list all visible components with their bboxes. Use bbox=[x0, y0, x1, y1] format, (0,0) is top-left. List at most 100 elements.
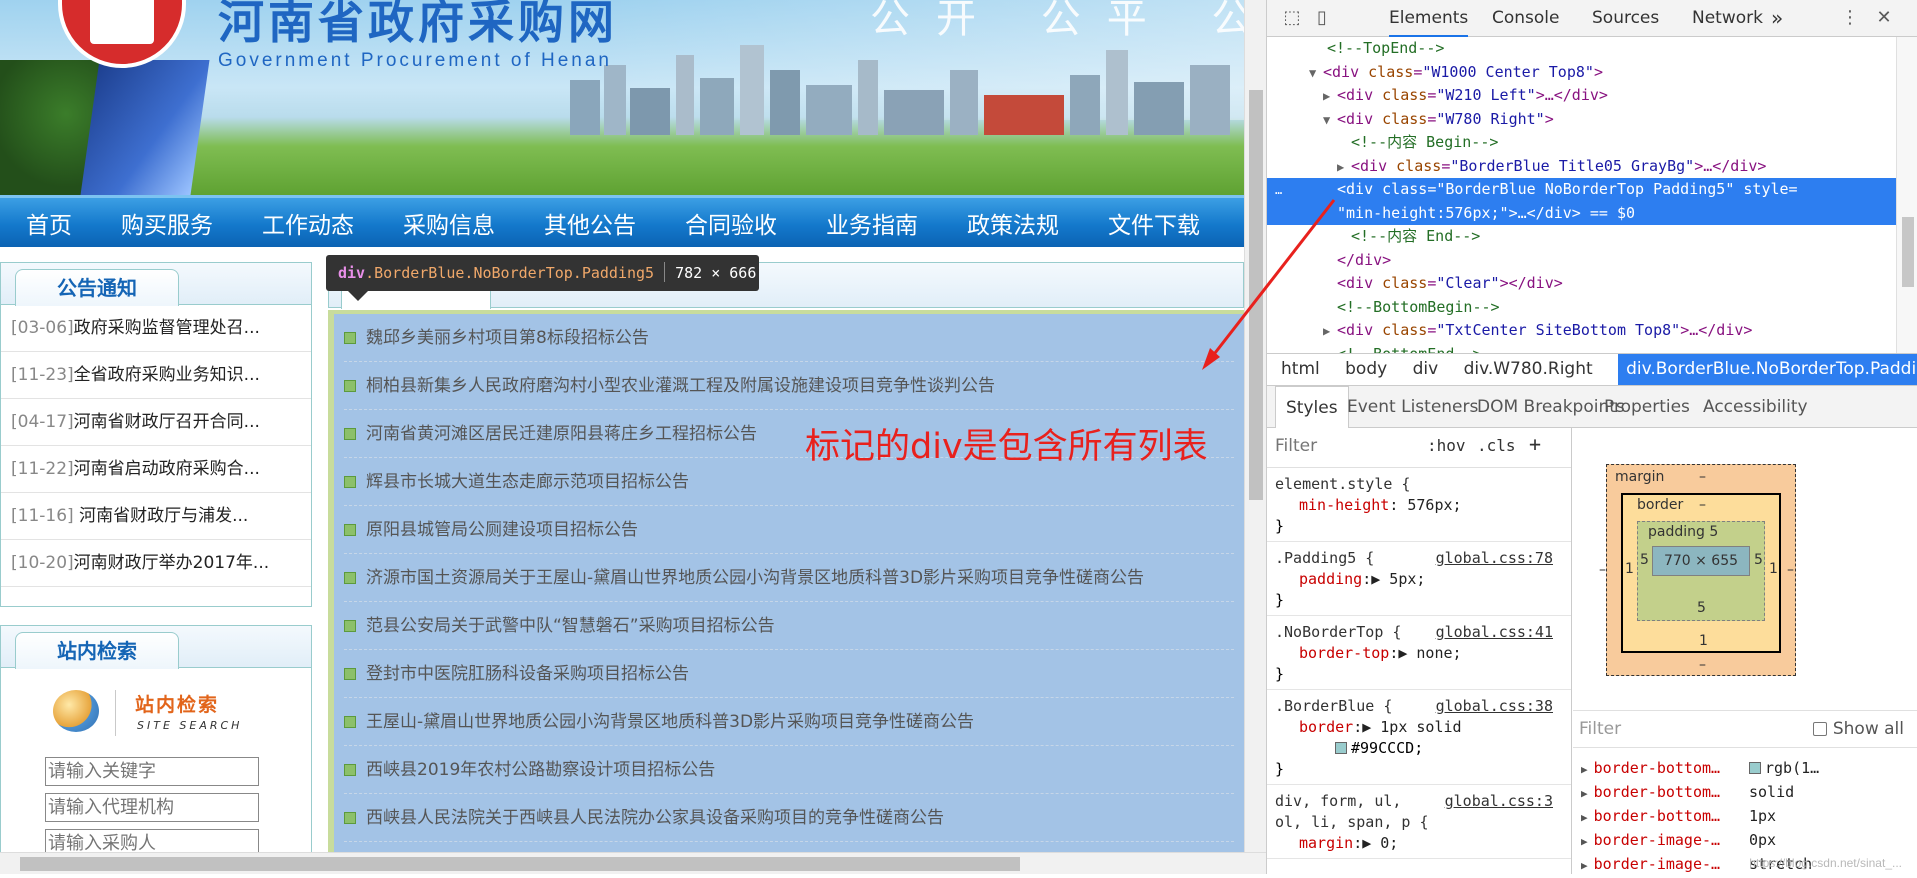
page-hscroll-thumb[interactable] bbox=[20, 857, 1020, 871]
breadcrumb-body[interactable]: body bbox=[1345, 359, 1387, 379]
list-item[interactable]: 桐柏县新集乡人民政府磨沟村小型农业灌溉工程及附属设施建设项目竞争性谈判公告 bbox=[344, 362, 1234, 410]
computed-property[interactable]: ▶ border-image-… 0px bbox=[1581, 828, 1776, 852]
device-toolbar-icon[interactable]: ▯ bbox=[1311, 7, 1333, 29]
tab-sources[interactable]: Sources bbox=[1592, 0, 1659, 37]
inspect-element-icon[interactable]: ⬚ bbox=[1281, 7, 1303, 29]
css-property[interactable]: min-height: 576px; bbox=[1275, 495, 1563, 516]
dom-node[interactable]: <!--BottomEnd--> bbox=[1267, 343, 1896, 354]
tab-network[interactable]: Network bbox=[1692, 0, 1763, 37]
rule-source-link[interactable]: global.css:3 bbox=[1445, 791, 1553, 812]
notice-item[interactable]: [11-22]河南省启动政府采购合... bbox=[1, 446, 311, 493]
color-swatch-icon[interactable] bbox=[1335, 742, 1347, 754]
search-panel-title[interactable]: 站内检索 bbox=[15, 632, 179, 669]
prop-name: border bbox=[1299, 718, 1354, 736]
css-property[interactable]: padding:▶ 5px; bbox=[1275, 569, 1563, 590]
dom-node[interactable]: <div class="Clear"></div> bbox=[1267, 272, 1896, 296]
notice-item[interactable]: [10-20]河南财政厅举办2017年... bbox=[1, 540, 311, 587]
dom-node[interactable]: <!--内容 Begin--> bbox=[1267, 131, 1896, 155]
box-model-content[interactable]: 770 × 655 bbox=[1652, 546, 1750, 576]
tab-elements[interactable]: Elements bbox=[1389, 0, 1469, 37]
page-horizontal-scrollbar[interactable] bbox=[0, 852, 1266, 874]
subtab-accessibility[interactable]: Accessibility bbox=[1703, 386, 1808, 428]
rule-source-link[interactable]: global.css:78 bbox=[1436, 548, 1553, 569]
notice-item[interactable]: [11-16] 河南省财政厅与浦发... bbox=[1, 493, 311, 540]
notice-item[interactable]: [04-17]河南省财政厅召开合同... bbox=[1, 399, 311, 446]
subtab-properties[interactable]: Properties bbox=[1604, 386, 1690, 428]
dom-scroll-thumb[interactable] bbox=[1902, 217, 1914, 287]
rule-source-link[interactable]: global.css:41 bbox=[1436, 622, 1553, 643]
page-vertical-scrollbar[interactable] bbox=[1244, 0, 1266, 874]
notice-text: 河南省启动政府采购合... bbox=[73, 459, 260, 479]
devtools-panel: ⬚ ▯ Elements Console Sources Network » ⋮… bbox=[1266, 0, 1917, 874]
computed-property[interactable]: ▶ border-bottom… 1px bbox=[1581, 804, 1776, 828]
margin-label: margin bbox=[1615, 469, 1665, 485]
breadcrumb-html[interactable]: html bbox=[1281, 359, 1320, 379]
more-tabs-icon[interactable]: » bbox=[1771, 0, 1783, 37]
list-item[interactable]: 西峡县人民法院关于西峡县人民法院办公家具设备采购项目的竞争性磋商公告 bbox=[344, 794, 1234, 842]
list-item[interactable]: 登封市中医院肛肠科设备采购项目招标公告 bbox=[344, 650, 1234, 698]
close-icon[interactable]: ✕ bbox=[1873, 7, 1895, 29]
list-item[interactable]: 原阳县城管局公厕建设项目招标公告 bbox=[344, 506, 1234, 554]
list-item[interactable]: 王屋山-黛眉山世界地质公园小沟背景区地质科普3D影片采购项目竞争性磋商公告 bbox=[344, 698, 1234, 746]
box-model-margin[interactable]: margin – – – – border – 1 1 1 padding 5 … bbox=[1599, 464, 1796, 676]
notice-item[interactable]: [03-06]政府采购监督管理处召... bbox=[1, 305, 311, 352]
nav-item-home[interactable]: 首页 bbox=[26, 206, 72, 240]
dom-node[interactable]: ▼ <div class="W780 Right"> bbox=[1267, 108, 1896, 132]
nav-item-contract-acceptance[interactable]: 合同验收 bbox=[685, 206, 777, 240]
list-item[interactable]: 魏邱乡美丽乡村项目第8标段招标公告 bbox=[344, 314, 1234, 362]
color-value-line[interactable]: #99CCCD; bbox=[1275, 738, 1563, 759]
dom-node[interactable]: ▼ <div class="W1000 Center Top8"> bbox=[1267, 61, 1896, 85]
breadcrumb-div[interactable]: div bbox=[1413, 359, 1439, 379]
breadcrumb-w780[interactable]: div.W780.Right bbox=[1464, 359, 1593, 379]
page-scroll-thumb[interactable] bbox=[1249, 90, 1263, 500]
new-rule-button[interactable]: + bbox=[1529, 432, 1541, 456]
cls-toggle[interactable]: .cls bbox=[1477, 436, 1516, 455]
rule-source-link[interactable]: global.css:38 bbox=[1436, 696, 1553, 717]
keyword-input[interactable] bbox=[45, 757, 259, 786]
nav-item-work-news[interactable]: 工作动态 bbox=[262, 206, 354, 240]
breadcrumb-selected[interactable]: div.BorderBlue.NoBorderTop.Padding5 bbox=[1618, 354, 1917, 385]
box-model-border[interactable]: border – 1 1 1 padding 5 5 5 5 770 × 655 bbox=[1621, 493, 1781, 653]
dom-node[interactable]: </div> bbox=[1267, 249, 1896, 273]
dom-node[interactable]: ▶ <div class="TxtCenter SiteBottom Top8">… bbox=[1267, 319, 1896, 343]
computed-filter-placeholder: Filter bbox=[1579, 719, 1622, 739]
nav-item-policies[interactable]: 政策法规 bbox=[967, 206, 1059, 240]
checkbox-icon[interactable] bbox=[1812, 722, 1827, 736]
subtab-styles[interactable]: Styles bbox=[1275, 386, 1349, 428]
dom-node[interactable]: ▶ <div class="W210 Left">…</div> bbox=[1267, 84, 1896, 108]
nav-item-business-guide[interactable]: 业务指南 bbox=[826, 206, 918, 240]
nav-item-purchase-services[interactable]: 购买服务 bbox=[121, 206, 213, 240]
tab-console[interactable]: Console bbox=[1492, 0, 1560, 37]
kebab-menu-icon[interactable]: ⋮ bbox=[1839, 7, 1861, 29]
subtab-event-listeners[interactable]: Event Listeners bbox=[1347, 386, 1478, 428]
styles-filter-input[interactable] bbox=[1275, 436, 1395, 456]
computed-property[interactable]: ▶ border-bottom… rgb(1… bbox=[1581, 756, 1819, 780]
computed-property[interactable]: ▶ border-image-… stretch bbox=[1581, 852, 1812, 876]
nav-item-procurement-info[interactable]: 采购信息 bbox=[403, 206, 495, 240]
computed-property[interactable]: ▶ border-bottom… solid bbox=[1581, 780, 1794, 804]
dom-tree-scrollbar[interactable] bbox=[1896, 37, 1917, 353]
dom-node[interactable]: <!--TopEnd--> bbox=[1267, 37, 1896, 61]
dom-node[interactable]: ▶ <div class="BorderBlue Title05 GrayBg">… bbox=[1267, 155, 1896, 179]
hov-toggle[interactable]: :hov bbox=[1427, 436, 1466, 455]
box-model-padding[interactable]: padding 5 5 5 5 770 × 655 bbox=[1637, 521, 1765, 621]
css-property[interactable]: border-top:▶ none; bbox=[1275, 643, 1563, 664]
agency-input[interactable] bbox=[45, 793, 259, 822]
notice-panel-title[interactable]: 公告通知 bbox=[15, 269, 179, 306]
nav-item-other-notices[interactable]: 其他公告 bbox=[544, 206, 636, 240]
list-item[interactable]: 西峡县2019年农村公路勘察设计项目招标公告 bbox=[344, 746, 1234, 794]
dom-node[interactable]: <!--BottomBegin--> bbox=[1267, 296, 1896, 320]
show-all-toggle[interactable]: Show all bbox=[1812, 711, 1904, 747]
subtab-dom-breakpoints[interactable]: DOM Breakpoints bbox=[1477, 386, 1625, 428]
dom-node-selected[interactable]: … <div class="BorderBlue NoBorderTop Padd… bbox=[1267, 178, 1896, 225]
css-property[interactable]: border:▶ 1px solid bbox=[1275, 717, 1563, 738]
dom-breadcrumbs: html body div div.W780.Right div.BorderB… bbox=[1267, 353, 1917, 386]
list-item[interactable]: 济源市国土资源局关于王屋山-黛眉山世界地质公园小沟背景区地质科普3D影片采购项目… bbox=[344, 554, 1234, 602]
dom-node[interactable]: <!--内容 End--> bbox=[1267, 225, 1896, 249]
css-property[interactable]: margin:▶ 0; bbox=[1275, 833, 1563, 854]
emblem-logo bbox=[58, 0, 186, 68]
computed-filter[interactable]: Filter Show all bbox=[1573, 710, 1917, 748]
nav-item-downloads[interactable]: 文件下载 bbox=[1108, 206, 1200, 240]
notice-item[interactable]: [11-23]全省政府采购业务知识... bbox=[1, 352, 311, 399]
list-item[interactable]: 范县公安局关于武警中队“智慧磐石”采购项目招标公告 bbox=[344, 602, 1234, 650]
